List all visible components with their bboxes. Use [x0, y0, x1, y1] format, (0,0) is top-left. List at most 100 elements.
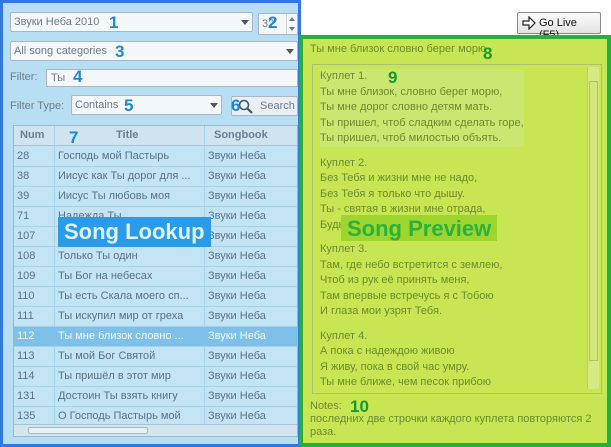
songbook-select[interactable]: Звуки Неба 2010	[10, 12, 253, 32]
category-select[interactable]: All song categories	[10, 41, 298, 61]
cell-songbook: Звуки Неба	[208, 350, 266, 362]
verse-line: Ты мне близок, словно берег морю,	[320, 85, 503, 98]
verse-line: Там, где небо встретится с землею,	[320, 258, 503, 271]
chevron-down-icon	[241, 20, 249, 25]
cell-num: 110	[17, 290, 35, 302]
callout-6: 6	[231, 96, 241, 115]
cell-num: 39	[17, 190, 30, 202]
stepper-down-icon[interactable]	[286, 24, 296, 34]
cell-num: 112	[17, 330, 35, 342]
cell-songbook: Звуки Неба	[208, 150, 266, 162]
cell-title: Ты пришёл в этот мир	[58, 370, 171, 382]
callout-3: 3	[115, 42, 125, 61]
scrollbar-thumb[interactable]	[589, 81, 598, 361]
go-live-button[interactable]: Go Live (F5)	[517, 12, 601, 41]
verse-line: Там впервые встречусь я с Тобою	[320, 289, 494, 302]
cell-songbook: Звуки Неба	[208, 210, 266, 222]
cell-title: Иисус как Ты дорог для ...	[58, 170, 191, 182]
scrollbar-thumb[interactable]	[28, 427, 148, 434]
table-row[interactable]: 111 Ты искупил мир от греха Звуки Неба	[14, 307, 297, 327]
verse-block[interactable]: Куплет 1. Ты мне близок, словно берег мор…	[320, 69, 524, 147]
song-lookup-title: Song Lookup	[58, 217, 211, 247]
filter-value: Ты	[51, 72, 66, 84]
filter-type-select[interactable]: Contains	[71, 95, 222, 115]
cell-songbook: Звуки Неба	[208, 250, 266, 262]
song-lookup-panel: Звуки Неба 2010 1 32 2 All song categori…	[0, 0, 301, 447]
cell-num: 38	[17, 170, 30, 182]
verse-label: Куплет 2.	[320, 156, 368, 169]
cell-songbook: Звуки Неба	[208, 190, 266, 202]
table-row[interactable]: 28 Господь мой Пастырь Звуки Неба	[14, 147, 297, 167]
cell-songbook: Звуки Неба	[208, 230, 266, 242]
table-row[interactable]: 114 Ты пришёл в этот мир Звуки Неба	[14, 367, 297, 387]
cell-songbook: Звуки Неба	[208, 290, 266, 302]
song-preview-title: Song Preview	[341, 215, 498, 241]
callout-1: 1	[109, 13, 119, 32]
cell-songbook: Звуки Неба	[208, 410, 266, 422]
cell-num: 113	[17, 350, 35, 362]
verse-label: Куплет 4.	[320, 329, 368, 342]
table-row[interactable]: 112 Ты мне близок словно ... Звуки Неба	[14, 327, 297, 347]
cell-songbook: Звуки Неба	[208, 330, 266, 342]
table-row[interactable]: 109 Ты Бог на небесах Звуки Неба	[14, 267, 297, 287]
cell-num: 135	[17, 410, 36, 422]
table-row[interactable]: 108 Только Ты один Звуки Неба	[14, 247, 297, 267]
cell-title: Ты искупил мир от греха	[58, 310, 184, 322]
verse-block[interactable]: Куплет 4. А пока с надеждою живою Я живу, …	[320, 329, 491, 391]
notes-label: Notes:	[310, 400, 342, 412]
verse-line: А пока с надеждою живою	[320, 345, 455, 357]
filter-input[interactable]: Ты	[46, 69, 298, 87]
column-header-title[interactable]: Title	[116, 129, 138, 141]
cell-title: Ты Бог на небесах	[58, 270, 153, 282]
verse-block[interactable]: Куплет 3. Там, где небо встретится с земл…	[320, 242, 502, 320]
cell-num: 28	[17, 150, 30, 162]
cell-title: Иисус Ты любовь моя	[58, 190, 171, 202]
search-button[interactable]: Search	[231, 96, 298, 116]
cell-songbook: Звуки Неба	[208, 270, 266, 282]
verse-line: Ты пришел, чтоб сладким сделать горе,	[320, 116, 524, 129]
cell-songbook: Звуки Неба	[208, 370, 266, 382]
cell-title: Только Ты один	[58, 250, 138, 262]
cell-title: Ты мне близок словно ...	[58, 330, 184, 342]
notes-text[interactable]: последних две строчки каждого куплета по…	[310, 413, 606, 439]
arrow-right-icon	[522, 15, 536, 33]
callout-5: 5	[124, 96, 134, 115]
verse-line: Ты пришел, чтоб милостью объять.	[320, 132, 502, 144]
callout-9: 9	[388, 68, 398, 87]
chevron-down-icon	[210, 103, 218, 108]
preview-song-title: Ты мне близок словно берег морю	[310, 43, 487, 55]
cell-num: 111	[17, 310, 34, 322]
callout-2: 2	[268, 13, 278, 32]
song-table[interactable]: Num Title Songbook 28 Господь мой Пастырь…	[13, 125, 298, 437]
song-preview-panel: Ты мне близок словно берег морю 8 Куплет…	[299, 35, 611, 447]
table-header: Num Title Songbook	[14, 126, 297, 146]
cell-num: 107	[17, 230, 36, 242]
table-row[interactable]: 131 Достоин Ты взять книгу Звуки Неба	[14, 387, 297, 407]
column-header-num[interactable]: Num	[20, 129, 44, 141]
cell-num: 114	[17, 370, 35, 382]
search-label: Search	[260, 100, 295, 112]
cell-title: Ты есть Скала моего сп...	[58, 290, 189, 302]
cell-title: Господь мой Пастырь	[58, 150, 170, 162]
category-value: All song categories	[14, 45, 107, 57]
cell-num: 109	[17, 270, 36, 282]
horizontal-scrollbar[interactable]	[14, 424, 297, 436]
table-row[interactable]: 39 Иисус Ты любовь моя Звуки Неба	[14, 187, 297, 207]
filter-type-value: Contains	[75, 99, 119, 111]
table-row[interactable]: 113 Ты мой Бог Святой Звуки Неба	[14, 347, 297, 367]
table-row[interactable]: 110 Ты есть Скала моего сп... Звуки Неба	[14, 287, 297, 307]
song-number-stepper[interactable]: 32	[258, 13, 298, 35]
table-row[interactable]: 38 Иисус как Ты дорог для ... Звуки Неба	[14, 167, 297, 187]
cell-num: 131	[17, 390, 36, 402]
column-header-songbook[interactable]: Songbook	[214, 129, 268, 141]
stepper-up-icon[interactable]	[286, 14, 296, 24]
filter-label: Filter:	[10, 71, 38, 83]
vertical-scrollbar[interactable]	[587, 67, 599, 389]
cell-title: О Господь Пастырь мой	[58, 410, 181, 422]
verse-line: Без Тебя и жизни мне не надо,	[320, 172, 478, 184]
cell-title: Ты мой Бог Святой	[58, 350, 156, 362]
cell-title: Достоин Ты взять книгу	[58, 390, 178, 402]
verse-label: Куплет 1.	[320, 70, 368, 82]
cell-num: 71	[17, 210, 30, 222]
songbook-value: Звуки Неба 2010	[14, 16, 100, 28]
